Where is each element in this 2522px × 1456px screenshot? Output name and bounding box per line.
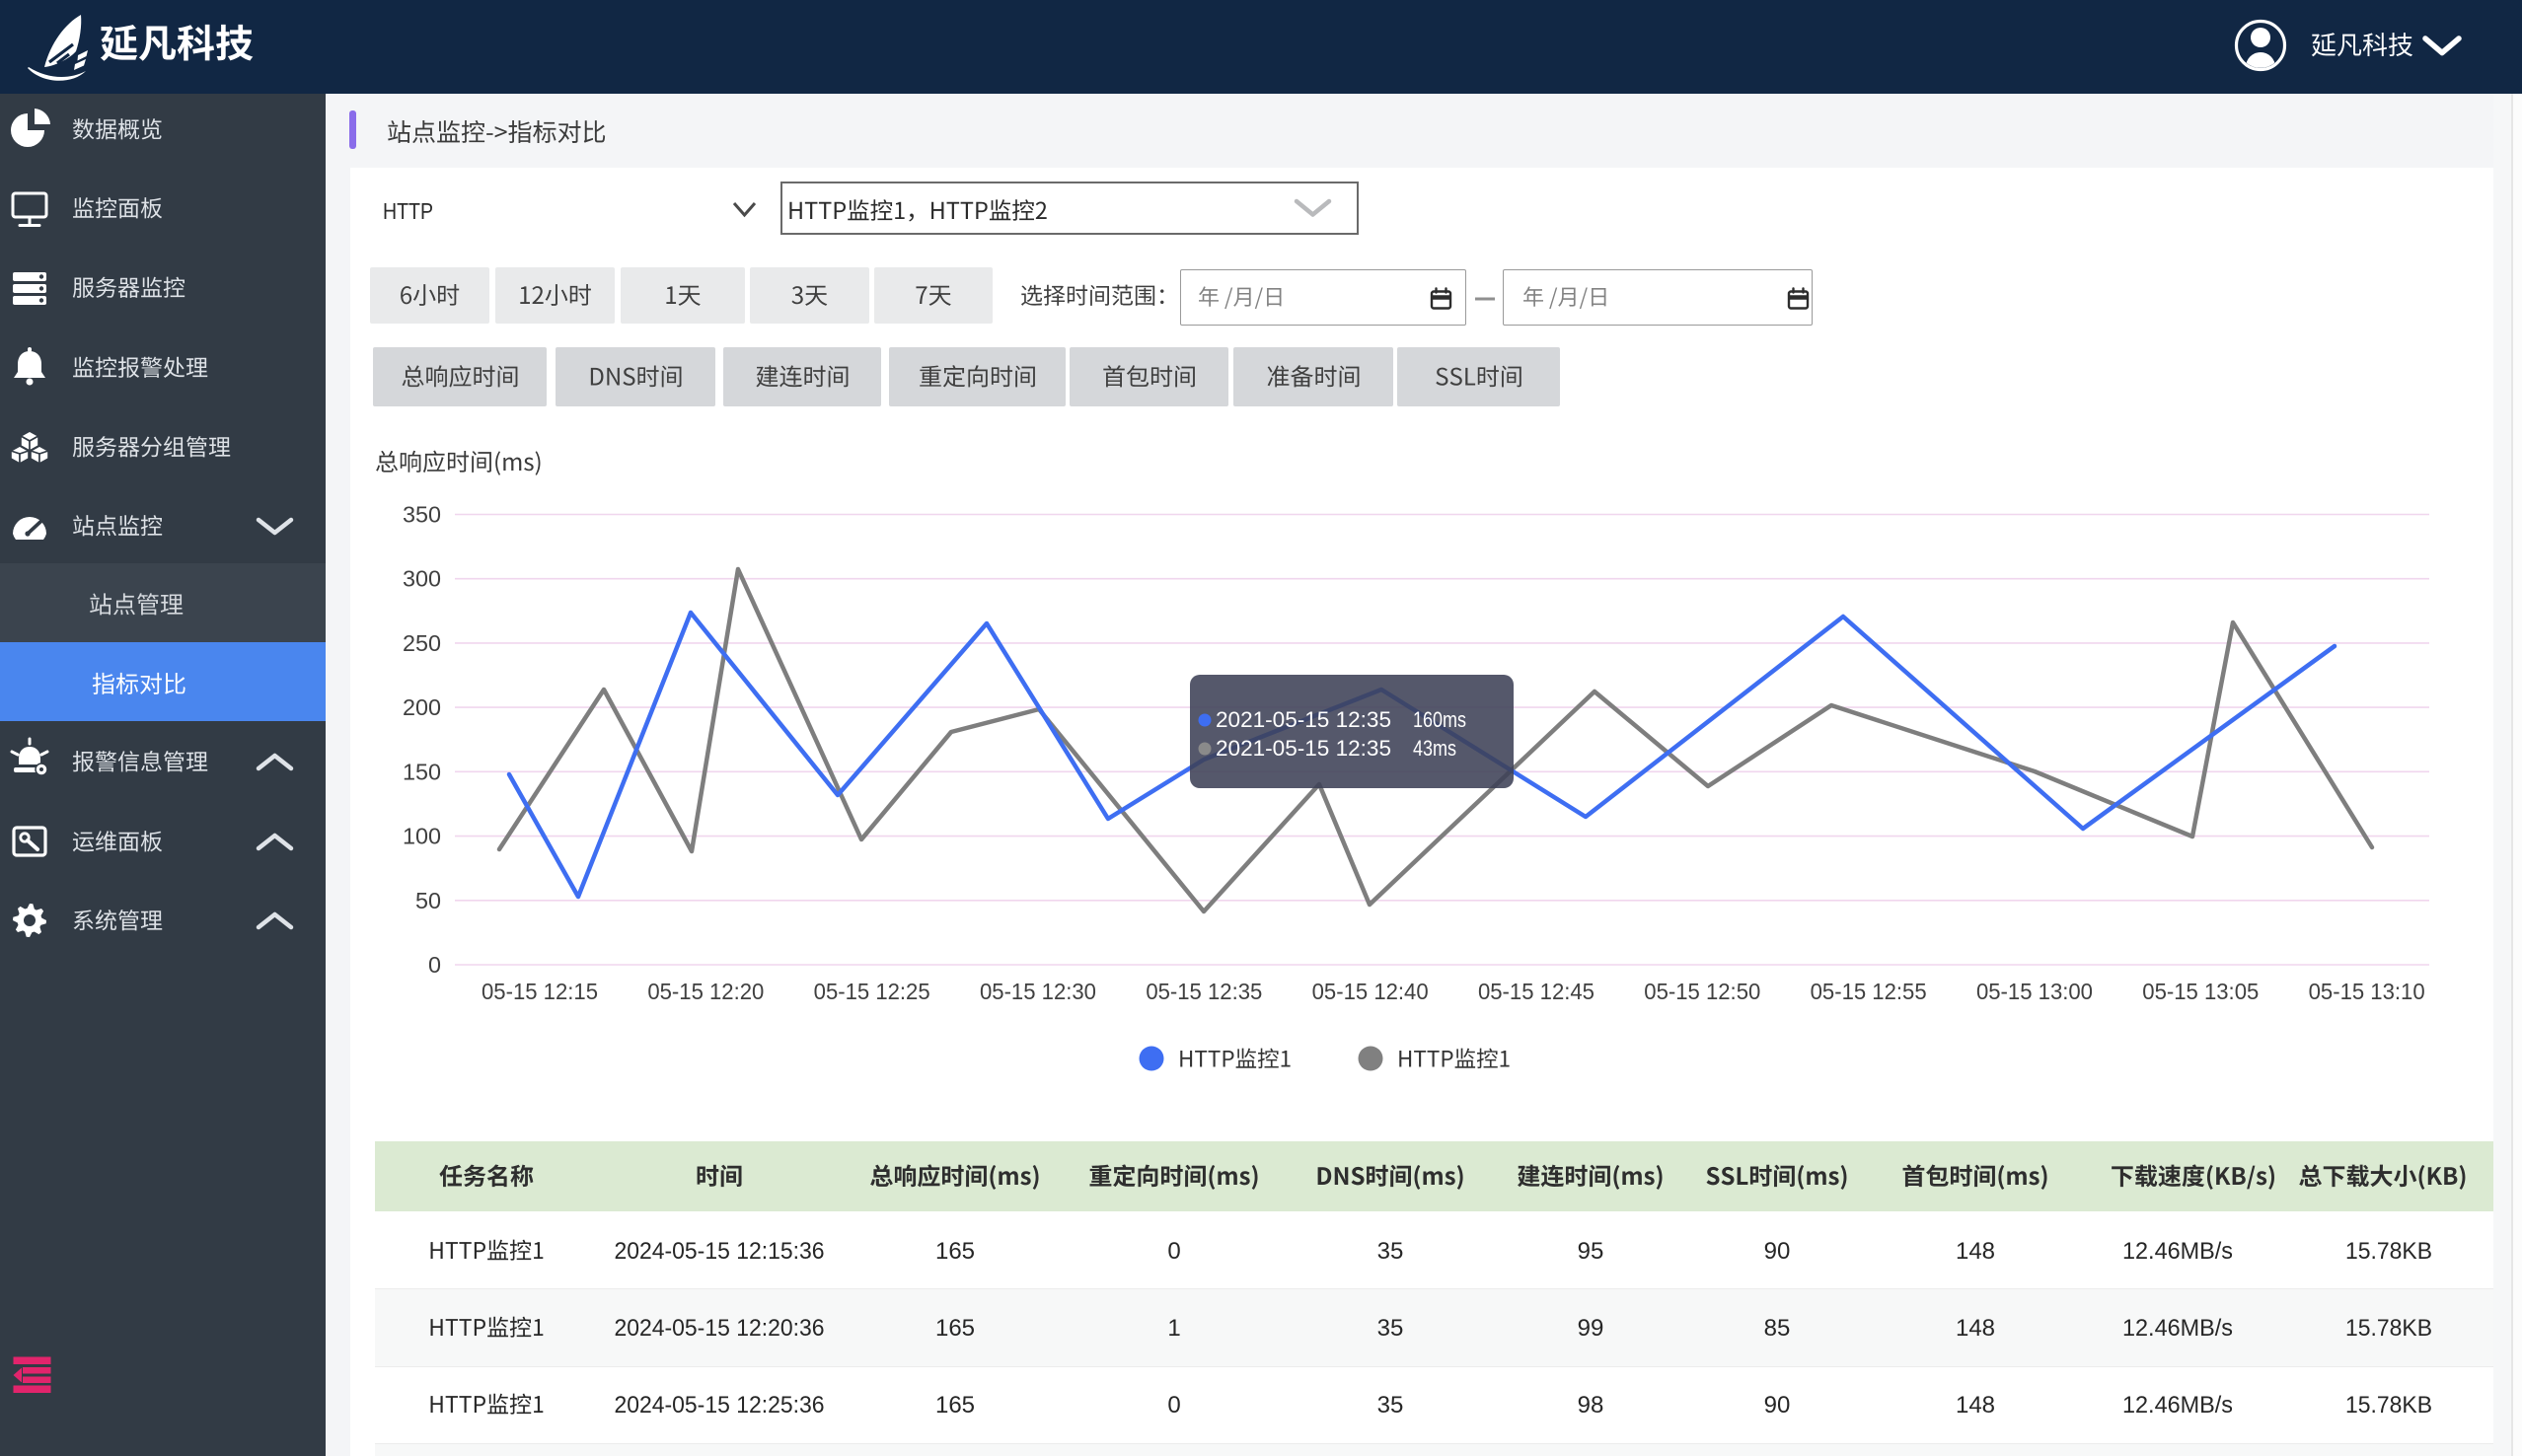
svg-text:05-15 12:55: 05-15 12:55: [1811, 979, 1927, 1004]
svg-text:95: 95: [1578, 1238, 1604, 1265]
svg-text:HTTP: HTTP: [383, 198, 433, 224]
svg-text:05-15 12:20: 05-15 12:20: [647, 979, 764, 1004]
svg-text:2024-05-15 12:15:36: 2024-05-15 12:15:36: [615, 1238, 825, 1265]
svg-text:0: 0: [1167, 1238, 1180, 1265]
svg-text:2021-05-15 12:35: 2021-05-15 12:35: [1216, 736, 1391, 761]
svg-text:05-15 12:40: 05-15 12:40: [1312, 979, 1429, 1004]
svg-text:12.46MB/s: 12.46MB/s: [2122, 1392, 2233, 1419]
svg-text:165: 165: [935, 1238, 975, 1265]
svg-text:12.46MB/s: 12.46MB/s: [2122, 1238, 2233, 1265]
svg-text:50: 50: [415, 888, 441, 913]
svg-text:85: 85: [1764, 1315, 1791, 1342]
svg-text:160ms: 160ms: [1413, 707, 1466, 732]
svg-text:05-15 12:30: 05-15 12:30: [980, 979, 1096, 1004]
svg-text:15.78KB: 15.78KB: [2345, 1315, 2432, 1342]
svg-text:300: 300: [403, 566, 441, 592]
svg-text:165: 165: [935, 1315, 975, 1342]
svg-text:148: 148: [1956, 1238, 1995, 1265]
svg-text:2024-05-15 12:20:36: 2024-05-15 12:20:36: [615, 1315, 825, 1342]
svg-text:35: 35: [1377, 1315, 1404, 1342]
svg-text:43ms: 43ms: [1413, 736, 1456, 761]
svg-text:165: 165: [935, 1392, 975, 1419]
svg-text:150: 150: [403, 759, 441, 784]
svg-text:0: 0: [428, 952, 441, 978]
svg-text:05-15 13:05: 05-15 13:05: [2142, 979, 2259, 1004]
svg-text:250: 250: [403, 630, 441, 656]
svg-text:05-15 13:10: 05-15 13:10: [2309, 979, 2425, 1004]
svg-text:05-15 12:15: 05-15 12:15: [482, 979, 598, 1004]
svg-text:0: 0: [1167, 1392, 1180, 1419]
svg-text:90: 90: [1764, 1238, 1791, 1265]
svg-text:05-15 12:25: 05-15 12:25: [814, 979, 930, 1004]
svg-text:148: 148: [1956, 1392, 1995, 1419]
svg-text:05-15 12:45: 05-15 12:45: [1478, 979, 1595, 1004]
svg-text:100: 100: [403, 824, 441, 849]
svg-text:2021-05-15 12:35: 2021-05-15 12:35: [1216, 707, 1391, 732]
svg-text:05-15 12:50: 05-15 12:50: [1644, 979, 1760, 1004]
svg-text:98: 98: [1578, 1392, 1604, 1419]
svg-text:99: 99: [1578, 1315, 1604, 1342]
svg-text:05-15 13:00: 05-15 13:00: [1976, 979, 2093, 1004]
svg-text:12.46MB/s: 12.46MB/s: [2122, 1315, 2233, 1342]
svg-text:1: 1: [1167, 1315, 1180, 1342]
svg-text:148: 148: [1956, 1315, 1995, 1342]
svg-text:15.78KB: 15.78KB: [2345, 1238, 2432, 1265]
svg-text:15.78KB: 15.78KB: [2345, 1392, 2432, 1419]
svg-text:35: 35: [1377, 1238, 1404, 1265]
svg-text:350: 350: [403, 501, 441, 527]
svg-text:2024-05-15 12:25:36: 2024-05-15 12:25:36: [615, 1392, 825, 1419]
svg-text:90: 90: [1764, 1392, 1791, 1419]
svg-text:05-15 12:35: 05-15 12:35: [1146, 979, 1262, 1004]
svg-text:35: 35: [1377, 1392, 1404, 1419]
svg-text:200: 200: [403, 694, 441, 720]
